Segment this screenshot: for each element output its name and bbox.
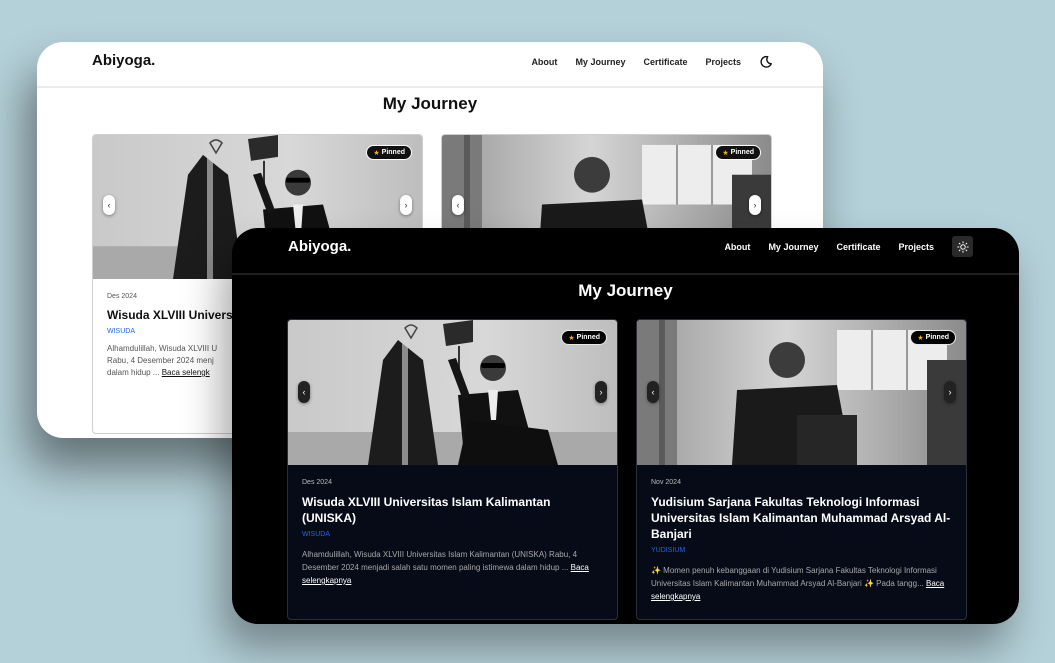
page-title: My Journey — [578, 281, 673, 300]
moon-icon[interactable] — [759, 55, 773, 69]
journey-card[interactable]: ★ Pinned ‹ › Des 2024 Wisuda XLVIII Unive… — [287, 319, 618, 620]
pinned-badge: ★ Pinned — [366, 145, 412, 160]
next-image-button[interactable]: › — [749, 195, 761, 215]
page-title: My Journey — [382, 94, 478, 113]
next-image-button[interactable]: › — [944, 381, 956, 403]
nav-about[interactable]: About — [531, 57, 557, 67]
navbar: Abiyoga. About My Journey Certificate Pr… — [232, 228, 1019, 275]
theme-toggle-button[interactable] — [952, 236, 973, 257]
prev-image-button[interactable]: ‹ — [647, 381, 659, 403]
nav-certificate[interactable]: Certificate — [643, 57, 687, 67]
star-icon: ★ — [568, 334, 575, 342]
brand-logo[interactable]: Abiyoga. — [288, 238, 351, 255]
card-title: Yudisium Sarjana Fakultas Teknologi Info… — [651, 495, 951, 541]
nav-my-journey[interactable]: My Journey — [768, 242, 818, 252]
dark-theme-window: Abiyoga. About My Journey Certificate Pr… — [232, 228, 1019, 624]
nav-menu: About My Journey Certificate Projects — [531, 55, 773, 69]
sun-icon — [956, 240, 969, 253]
nav-certificate[interactable]: Certificate — [836, 242, 880, 252]
pinned-badge: ★ Pinned — [910, 330, 956, 345]
nav-my-journey[interactable]: My Journey — [575, 57, 625, 67]
star-icon: ★ — [917, 334, 924, 342]
read-more-link[interactable]: Baca selengk — [162, 368, 210, 377]
card-date: Des 2024 — [302, 479, 332, 486]
nav-projects[interactable]: Projects — [898, 242, 934, 252]
card-tag: YUDISIUM — [651, 547, 686, 554]
prev-image-button[interactable]: ‹ — [452, 195, 464, 215]
star-icon: ★ — [722, 149, 729, 157]
next-image-button[interactable]: › — [595, 381, 607, 403]
navbar: Abiyoga. About My Journey Certificate Pr… — [37, 42, 823, 88]
card-title: Wisuda XLVIII Universitas Islam Kalimant… — [302, 495, 551, 525]
nav-projects[interactable]: Projects — [705, 57, 741, 67]
nav-about[interactable]: About — [724, 242, 750, 252]
card-date: Nov 2024 — [651, 479, 681, 486]
card-description: Alhamdulillah, Wisuda XLVIII Universitas… — [302, 550, 589, 585]
nav-menu: About My Journey Certificate Projects — [724, 236, 973, 257]
next-image-button[interactable]: › — [400, 195, 412, 215]
star-icon: ★ — [373, 149, 380, 157]
prev-image-button[interactable]: ‹ — [103, 195, 115, 215]
card-description: ✨ Momen penuh kebanggaan di Yudisium Sar… — [651, 566, 945, 601]
pinned-badge: ★ Pinned — [715, 145, 761, 160]
pinned-badge: ★ Pinned — [561, 330, 607, 345]
prev-image-button[interactable]: ‹ — [298, 381, 310, 403]
journey-card[interactable]: ★ Pinned ‹ › Nov 2024 Yudisium Sarjana Fa… — [636, 319, 967, 620]
card-tag: WISUDA — [302, 531, 330, 538]
brand-logo[interactable]: Abiyoga. — [92, 52, 155, 69]
